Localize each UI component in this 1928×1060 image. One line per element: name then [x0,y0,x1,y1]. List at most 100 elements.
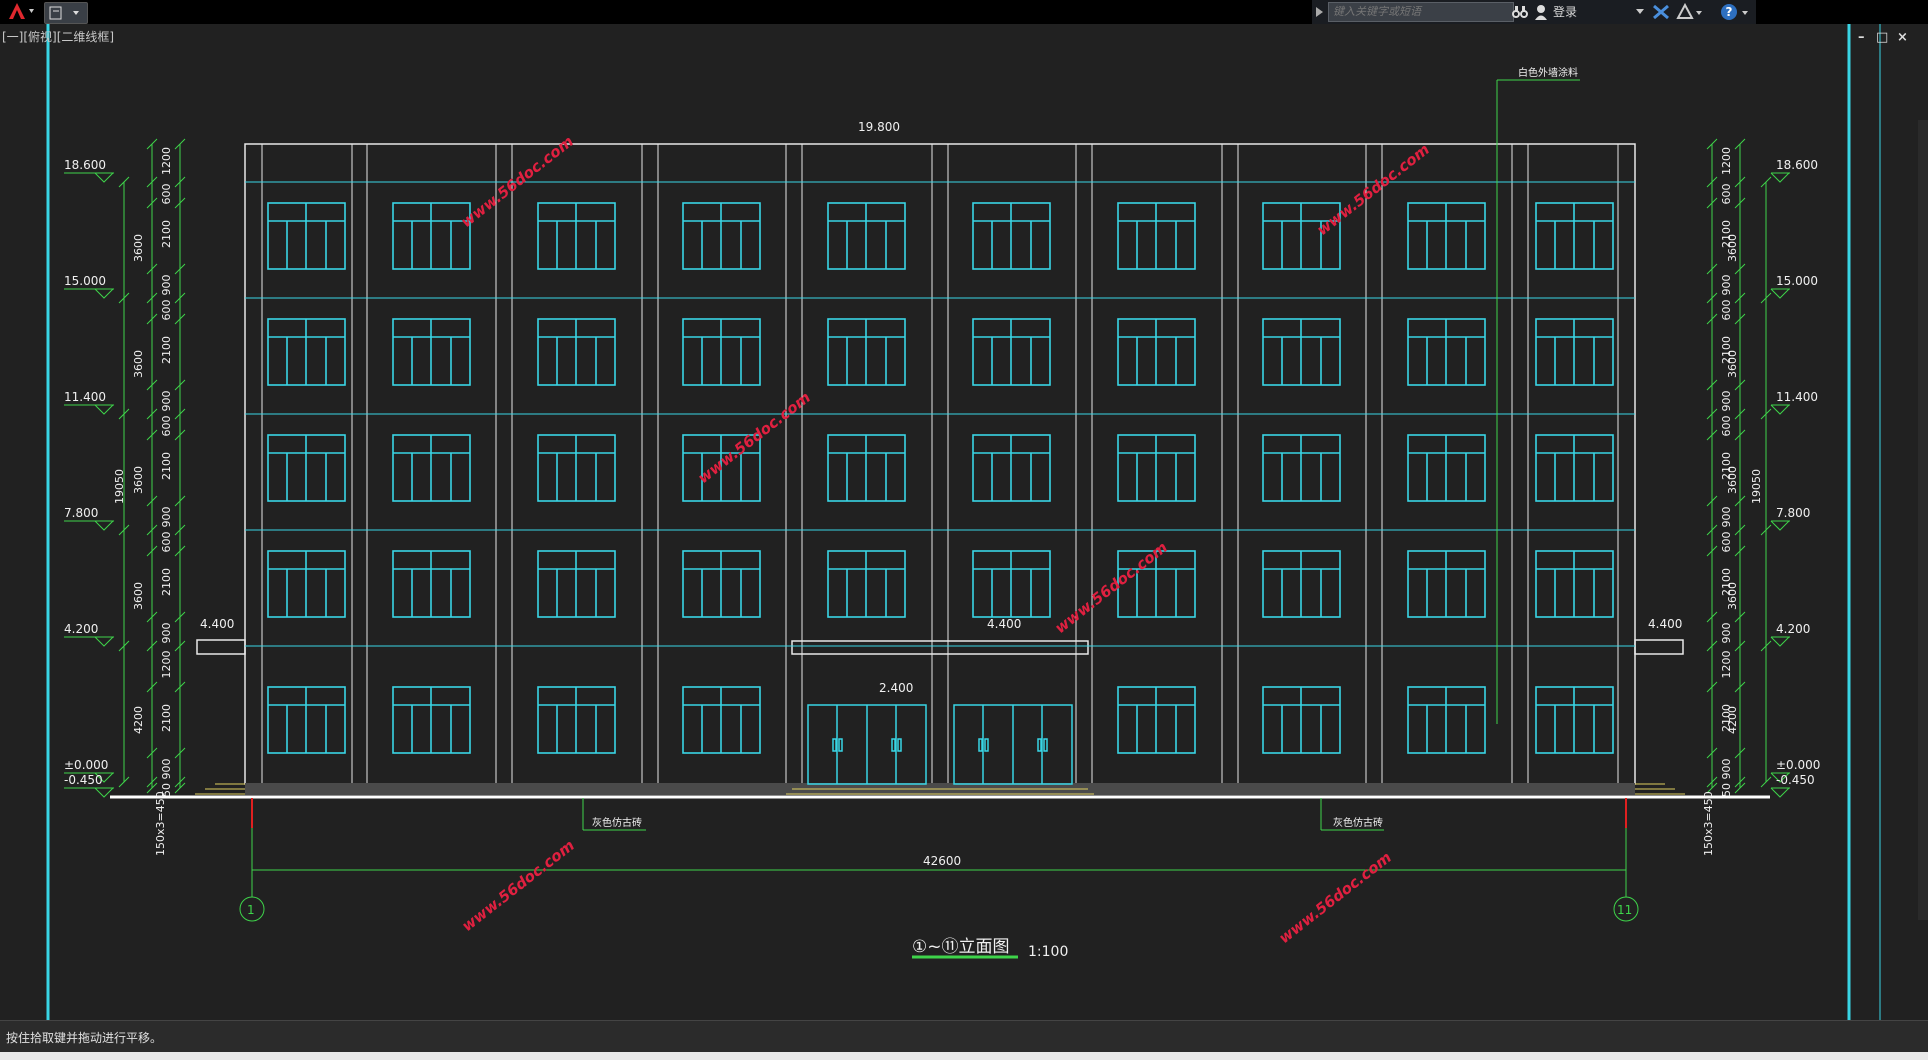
login-label[interactable]: 登录 [1553,3,1577,21]
window [1535,318,1614,386]
window [972,202,1051,270]
login-dropdown-icon[interactable] [1636,9,1646,15]
application-menu-button[interactable] [0,0,40,22]
window [972,318,1051,386]
dim-label: 2100 [1720,704,1733,732]
dim-label: 2100 [1720,568,1733,596]
window [267,550,346,618]
level-label: ±0.000 [1776,758,1820,772]
binoculars-icon[interactable] [1512,4,1528,20]
dim-label: 600 [160,532,173,553]
window [1262,686,1341,754]
dim-label: 2100 [1720,336,1733,364]
window [392,318,471,386]
canopy-center-label: 4.400 [987,617,1021,631]
dim-label: 900 [160,623,173,644]
window [1262,318,1341,386]
watermark: www.56doc.com [694,388,814,487]
level-label: 15.000 [1776,274,1818,288]
level-label: 15.000 [64,274,106,288]
dim-label: 2100 [1720,220,1733,248]
window [392,550,471,618]
dim-label: 2100 [160,568,173,596]
dim-label: 3600 [132,466,145,494]
level-label: -0.450 [1776,773,1815,787]
dim-label: 600 [1720,532,1733,553]
stay-connected-icon[interactable] [1676,3,1704,21]
window [1535,202,1614,270]
window [537,686,616,754]
command-prompt-text: 按住拾取键并拖动进行平移。 [6,1031,163,1045]
window [1262,550,1341,618]
dim-label: 600 [160,300,173,321]
total-height-dim-left: 19050 [113,469,126,504]
dim-label: 2100 [160,220,173,248]
canopy-left-label: 4.400 [200,617,234,631]
note-tile-right: 灰色仿古砖 [1333,816,1383,829]
dim-label: 4200 [132,706,145,734]
door-elevation-label: 2.400 [879,681,913,695]
viewport-minimize-button[interactable]: – [1858,30,1865,45]
window [537,434,616,502]
dim-label: 2100 [160,336,173,364]
watermark: www.56doc.com [458,836,578,935]
search-input[interactable] [1328,2,1514,22]
dim-label: 2100 [160,704,173,732]
window [267,318,346,386]
window [537,550,616,618]
window [682,318,761,386]
window [1262,434,1341,502]
level-label: 18.600 [1776,158,1818,172]
viewport-restore-button[interactable]: □ [1876,30,1888,45]
dim-label: 3600 [132,582,145,610]
window [1407,686,1486,754]
dim-label: 900 [160,759,173,780]
overall-width-dim: 42600 [923,854,961,868]
help-icon[interactable]: ? [1720,3,1750,21]
expand-arrow-icon[interactable] [1314,5,1326,19]
viewport-controls-label[interactable]: [一][俯视][二维线框] [2,28,114,45]
dim-label: 900 [160,391,173,412]
watermark: www.56doc.com [1275,848,1395,947]
dim-label: 2100 [160,452,173,480]
window [1407,550,1486,618]
quick-access-toolbar[interactable] [44,2,88,24]
window [827,434,906,502]
level-marker [1770,288,1791,299]
level-label: 11.400 [1776,390,1818,404]
elevation-title: ①~⑪立面图 [912,937,1009,957]
level-label: 11.400 [64,390,106,404]
level-marker [94,172,115,183]
axis-right-label: 11 [1617,903,1632,917]
axis-left-label: 1 [247,903,255,917]
window [267,686,346,754]
level-label: 7.800 [64,506,98,520]
elevation-scale: 1:100 [1028,944,1068,960]
dim-label: 50 [1720,783,1733,797]
dim-label: 900 [1720,759,1733,780]
viewport-close-button[interactable]: × [1897,30,1908,45]
command-line[interactable]: 按住拾取键并拖动进行平移。 [0,1020,1928,1053]
level-label: 18.600 [64,158,106,172]
level-marker [94,404,115,415]
window [1117,686,1196,754]
level-marker [1770,404,1791,415]
exchange-icon[interactable] [1652,3,1670,21]
level-label: 4.200 [1776,622,1810,636]
window [392,202,471,270]
level-marker [1770,520,1791,531]
level-marker [94,288,115,299]
status-strip [0,1052,1928,1060]
drawing-viewport[interactable]: 19.800 4.400 4.400 4.400 2.400 白色外墙涂料 灰色… [0,24,1928,1020]
dim-label: 600 [160,416,173,437]
watermark: www.56doc.com [1313,140,1433,239]
window [1117,318,1196,386]
svg-text:?: ? [1726,5,1733,19]
dim-label: 1200 [160,651,173,679]
window [682,686,761,754]
window [827,318,906,386]
dim-label: 900 [1720,391,1733,412]
window [392,686,471,754]
window [827,550,906,618]
dim-label: 900 [160,507,173,528]
